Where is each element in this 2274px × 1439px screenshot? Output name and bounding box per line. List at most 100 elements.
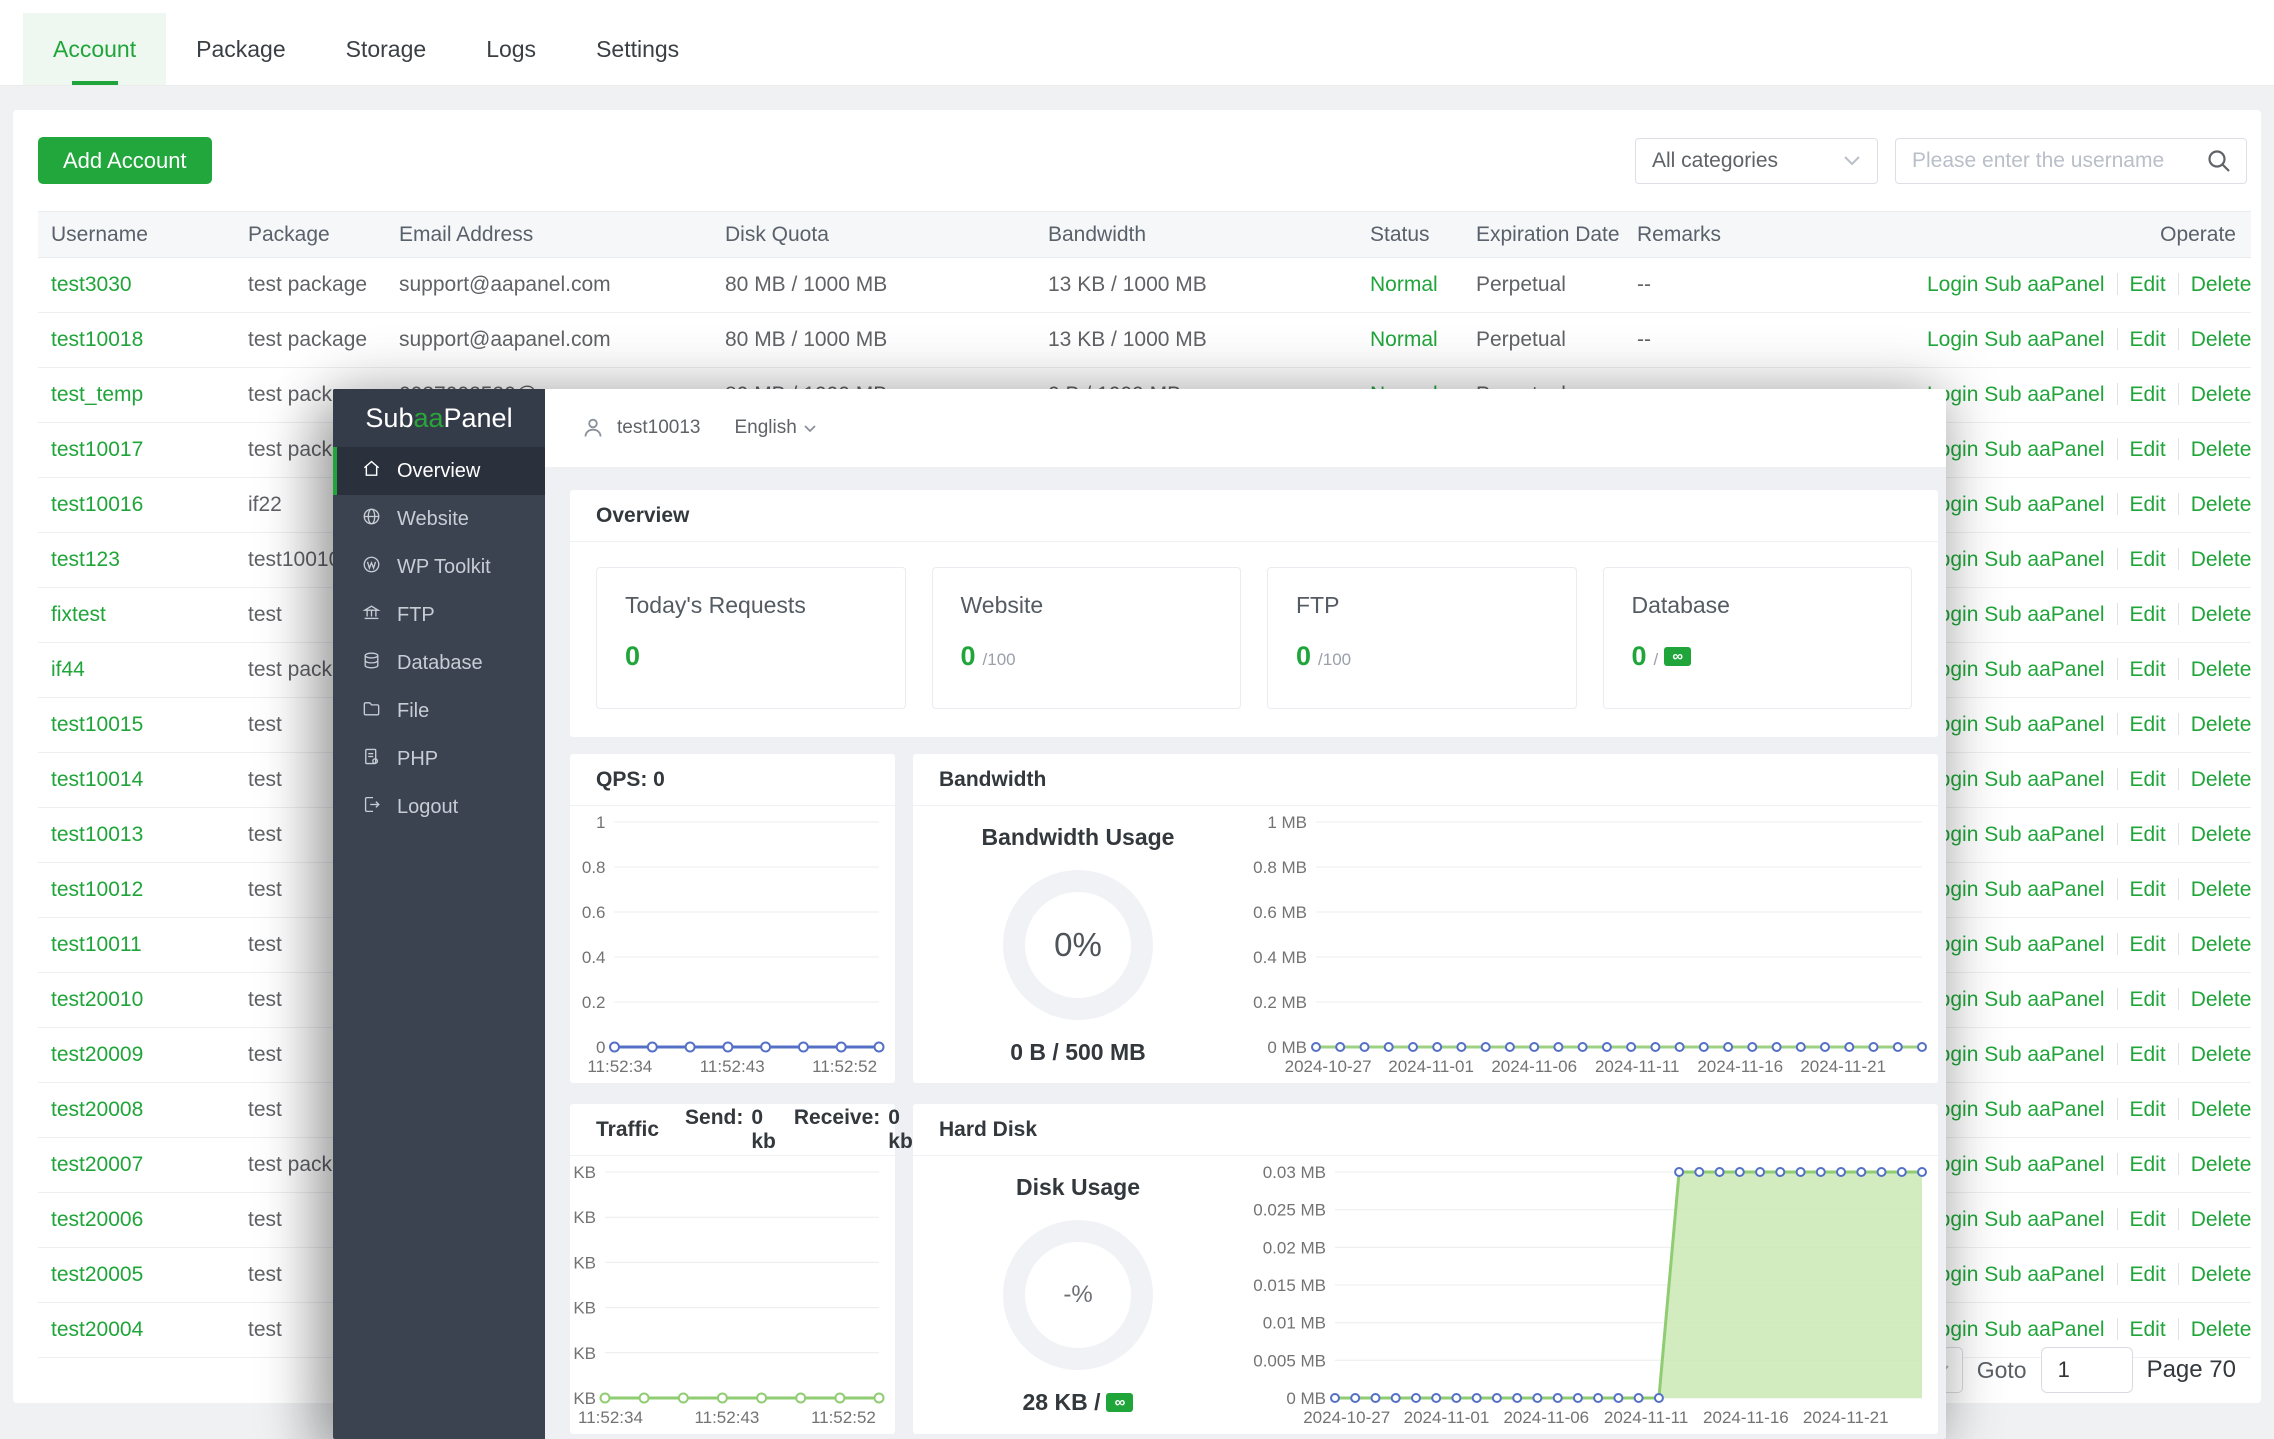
delete-link[interactable]: Delete [2191,383,2252,406]
goto-page-input[interactable] [2041,1347,2133,1393]
username-link[interactable]: test123 [51,548,248,572]
edit-link[interactable]: Edit [2130,1098,2166,1121]
delete-link[interactable]: Delete [2191,1318,2252,1341]
language-select[interactable]: English [734,417,816,439]
edit-link[interactable]: Edit [2130,1208,2166,1231]
edit-link[interactable]: Edit [2130,1043,2166,1066]
username-link[interactable]: test10014 [51,768,248,792]
category-filter-select[interactable]: All categories [1635,138,1878,184]
delete-link[interactable]: Delete [2191,823,2252,846]
delete-link[interactable]: Delete [2191,1263,2252,1286]
logged-in-username[interactable]: test10013 [617,417,700,439]
login-sub-aapanel-link[interactable]: Login Sub aaPanel [1927,438,2105,461]
delete-link[interactable]: Delete [2191,493,2252,516]
delete-link[interactable]: Delete [2191,328,2252,351]
delete-link[interactable]: Delete [2191,438,2252,461]
delete-link[interactable]: Delete [2191,273,2252,296]
edit-link[interactable]: Edit [2130,603,2166,626]
edit-link[interactable]: Edit [2130,273,2166,296]
tab-settings[interactable]: Settings [566,13,709,85]
sidebar-item-ftp[interactable]: FTP [333,591,545,639]
tab-package[interactable]: Package [166,13,316,85]
edit-link[interactable]: Edit [2130,768,2166,791]
sidebar-item-file[interactable]: File [333,687,545,735]
tab-storage[interactable]: Storage [316,13,457,85]
delete-link[interactable]: Delete [2191,933,2252,956]
delete-link[interactable]: Delete [2191,658,2252,681]
edit-link[interactable]: Edit [2130,878,2166,901]
login-sub-aapanel-link[interactable]: Login Sub aaPanel [1927,988,2105,1011]
username-link[interactable]: if44 [51,658,248,682]
edit-link[interactable]: Edit [2130,1263,2166,1286]
delete-link[interactable]: Delete [2191,713,2252,736]
login-sub-aapanel-link[interactable]: Login Sub aaPanel [1927,273,2105,296]
edit-link[interactable]: Edit [2130,383,2166,406]
edit-link[interactable]: Edit [2130,988,2166,1011]
tab-account[interactable]: Account [23,13,166,85]
login-sub-aapanel-link[interactable]: Login Sub aaPanel [1927,1153,2105,1176]
username-link[interactable]: test10015 [51,713,248,737]
login-sub-aapanel-link[interactable]: Login Sub aaPanel [1927,328,2105,351]
delete-link[interactable]: Delete [2191,1208,2252,1231]
login-sub-aapanel-link[interactable]: Login Sub aaPanel [1927,658,2105,681]
sidebar-item-website[interactable]: Website [333,495,545,543]
sidebar-item-database[interactable]: Database [333,639,545,687]
username-link[interactable]: test3030 [51,273,248,297]
sidebar-item-wp-toolkit[interactable]: WP Toolkit [333,543,545,591]
username-link[interactable]: test20007 [51,1153,248,1177]
username-link[interactable]: test20004 [51,1318,248,1342]
delete-link[interactable]: Delete [2191,768,2252,791]
username-link[interactable]: test20009 [51,1043,248,1067]
edit-link[interactable]: Edit [2130,823,2166,846]
username-link[interactable]: test_temp [51,383,248,407]
tab-logs[interactable]: Logs [456,13,566,85]
login-sub-aapanel-link[interactable]: Login Sub aaPanel [1927,823,2105,846]
delete-link[interactable]: Delete [2191,603,2252,626]
edit-link[interactable]: Edit [2130,493,2166,516]
edit-link[interactable]: Edit [2130,1153,2166,1176]
username-link[interactable]: test10018 [51,328,248,352]
username-link[interactable]: test10013 [51,823,248,847]
login-sub-aapanel-link[interactable]: Login Sub aaPanel [1927,1043,2105,1066]
delete-link[interactable]: Delete [2191,1098,2252,1121]
login-sub-aapanel-link[interactable]: Login Sub aaPanel [1927,878,2105,901]
username-link[interactable]: test10012 [51,878,248,902]
delete-link[interactable]: Delete [2191,988,2252,1011]
login-sub-aapanel-link[interactable]: Login Sub aaPanel [1927,933,2105,956]
username-link[interactable]: test10017 [51,438,248,462]
delete-link[interactable]: Delete [2191,1043,2252,1066]
username-link[interactable]: test10016 [51,493,248,517]
add-account-button[interactable]: Add Account [38,137,212,184]
edit-link[interactable]: Edit [2130,438,2166,461]
delete-link[interactable]: Delete [2191,878,2252,901]
edit-link[interactable]: Edit [2130,713,2166,736]
edit-link[interactable]: Edit [2130,1318,2166,1341]
login-sub-aapanel-link[interactable]: Login Sub aaPanel [1927,713,2105,736]
login-sub-aapanel-link[interactable]: Login Sub aaPanel [1927,1318,2105,1341]
login-sub-aapanel-link[interactable]: Login Sub aaPanel [1927,548,2105,571]
sidebar-item-php[interactable]: PHP [333,735,545,783]
delete-link[interactable]: Delete [2191,548,2252,571]
login-sub-aapanel-link[interactable]: Login Sub aaPanel [1927,603,2105,626]
sidebar-item-overview[interactable]: Overview [333,447,545,495]
username-link[interactable]: test10011 [51,933,248,957]
login-sub-aapanel-link[interactable]: Login Sub aaPanel [1927,383,2105,406]
username-link[interactable]: test20010 [51,988,248,1012]
search-icon[interactable] [2206,148,2232,174]
username-link[interactable]: fixtest [51,603,248,627]
login-sub-aapanel-link[interactable]: Login Sub aaPanel [1927,1263,2105,1286]
edit-link[interactable]: Edit [2130,933,2166,956]
edit-link[interactable]: Edit [2130,658,2166,681]
login-sub-aapanel-link[interactable]: Login Sub aaPanel [1927,768,2105,791]
edit-link[interactable]: Edit [2130,328,2166,351]
username-link[interactable]: test20008 [51,1098,248,1122]
sidebar-item-logout[interactable]: Logout [333,783,545,831]
delete-link[interactable]: Delete [2191,1153,2252,1176]
search-input[interactable] [1912,149,2206,173]
login-sub-aapanel-link[interactable]: Login Sub aaPanel [1927,1208,2105,1231]
username-link[interactable]: test20005 [51,1263,248,1287]
edit-link[interactable]: Edit [2130,548,2166,571]
login-sub-aapanel-link[interactable]: Login Sub aaPanel [1927,1098,2105,1121]
login-sub-aapanel-link[interactable]: Login Sub aaPanel [1927,493,2105,516]
username-link[interactable]: test20006 [51,1208,248,1232]
